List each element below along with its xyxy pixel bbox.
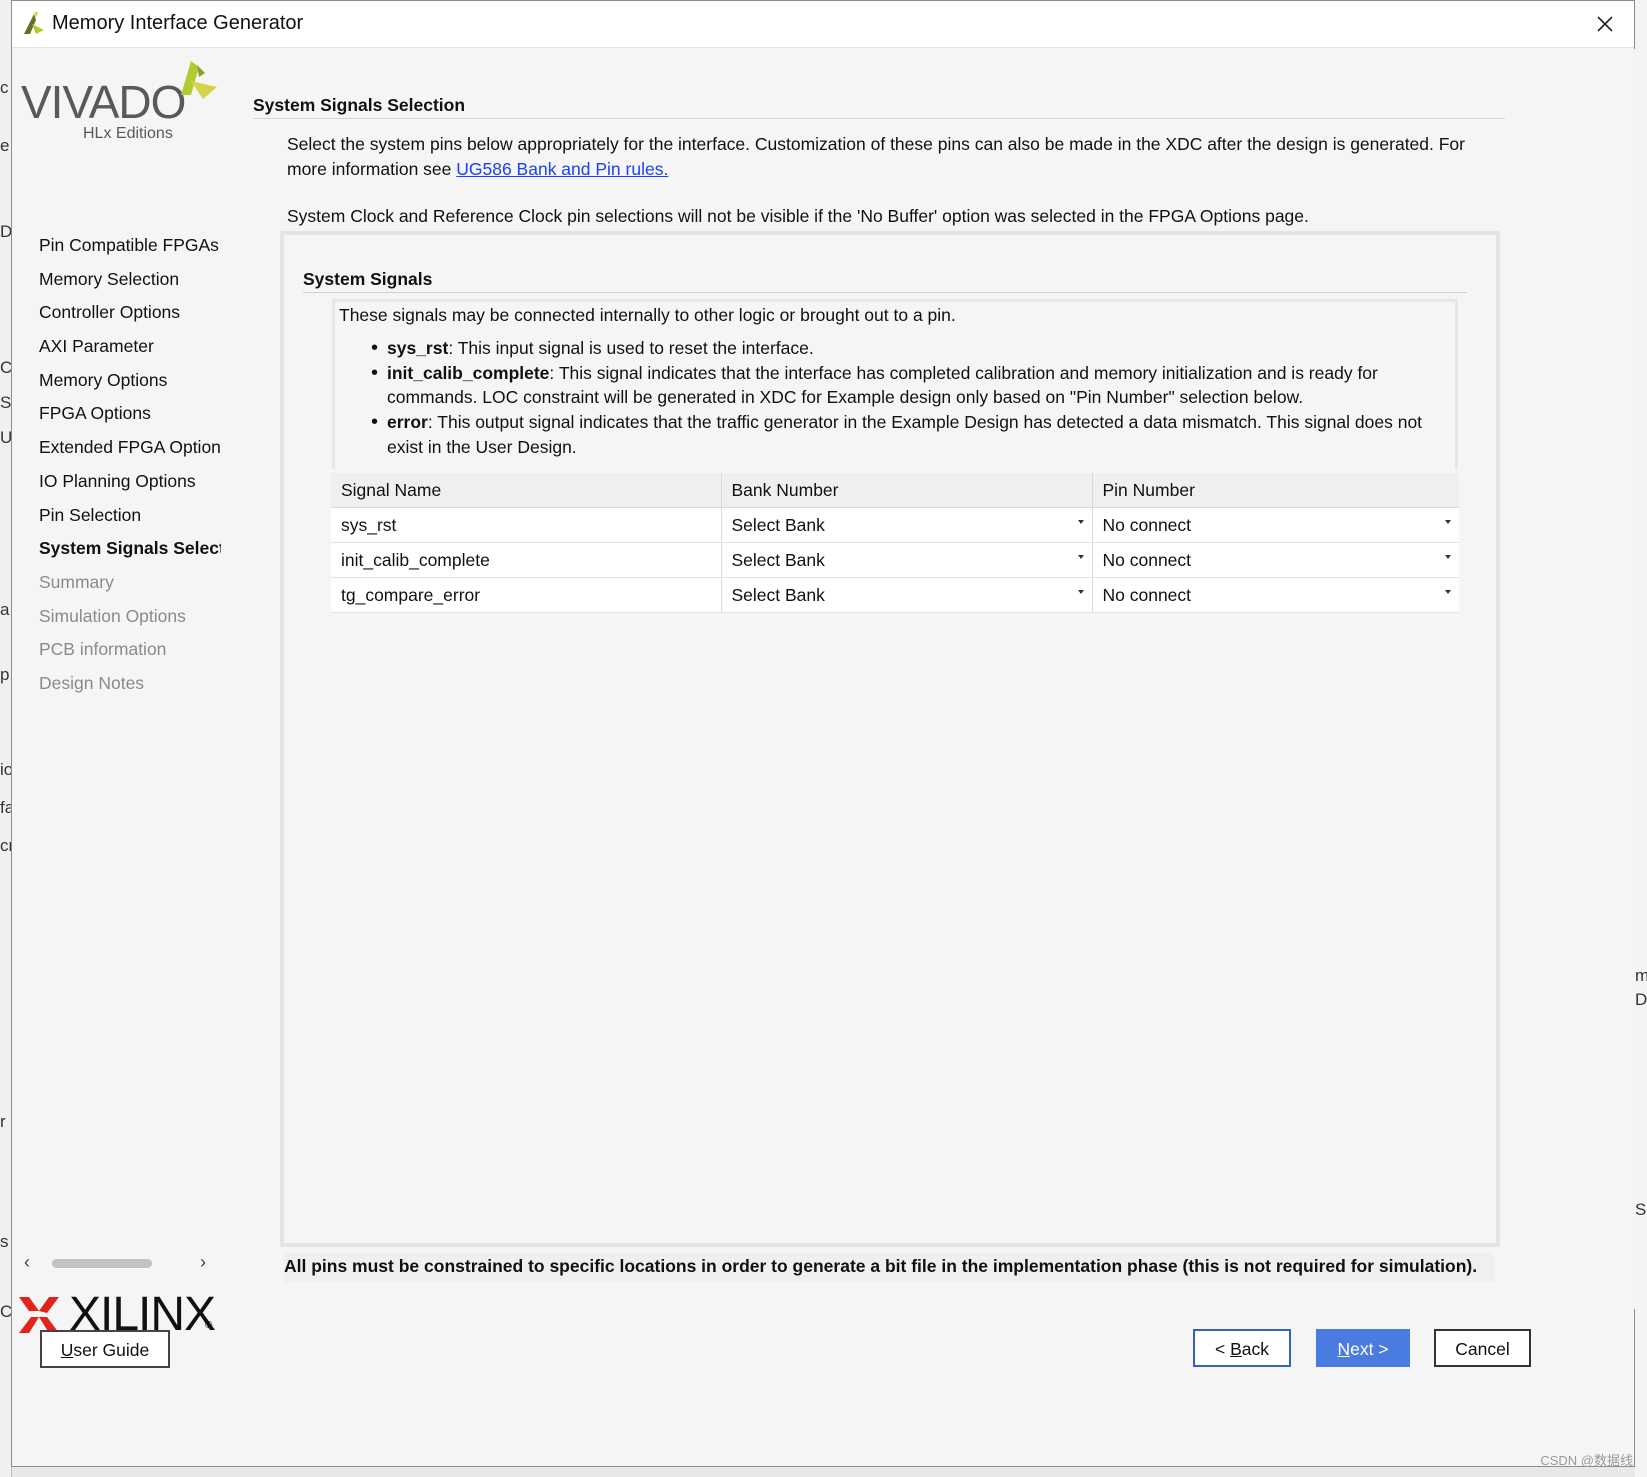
back-label: ack — [1241, 1339, 1269, 1359]
step-pin-compatible-fpgas[interactable]: Pin Compatible FPGAs — [39, 229, 221, 263]
pin-number-dropdown[interactable]: No connect — [1092, 507, 1459, 543]
title-divider — [253, 118, 1505, 119]
step-controller-options[interactable]: Controller Options — [39, 296, 221, 330]
column-header-pin-number[interactable]: Pin Number — [1092, 473, 1459, 508]
dropdown-arrow-icon[interactable] — [1445, 590, 1451, 594]
column-header-bank-number[interactable]: Bank Number — [721, 473, 1093, 508]
system-signals-panel: System Signals These signals may be conn… — [280, 231, 1500, 1247]
watermark: CSDN @数据线 — [1540, 1453, 1633, 1468]
pin-number-value: No connect — [1102, 514, 1192, 535]
pin-number-dropdown[interactable]: No connect — [1092, 577, 1459, 613]
constraint-footnote: All pins must be constrained to specific… — [284, 1253, 1494, 1282]
xilinx-logo-registered: ® — [205, 1320, 213, 1331]
signal-name-error: error — [387, 412, 428, 433]
panel-title: System Signals — [303, 269, 433, 289]
table-header-row: Signal Name Bank Number Pin Number — [331, 473, 1459, 508]
vivado-logo-subtitle: HLx Editions — [83, 125, 173, 142]
page-title: System Signals Selection — [253, 95, 466, 115]
step-axi-parameter[interactable]: AXI Parameter — [39, 330, 221, 364]
bank-number-dropdown[interactable]: Select Bank — [721, 542, 1093, 578]
user-guide-mnemonic: U — [60, 1340, 74, 1360]
vivado-logo: VIVADO HLx Editions — [17, 55, 227, 145]
step-simulation-options: Simulation Options — [39, 605, 186, 626]
signal-name-sys-rst: sys_rst — [387, 338, 449, 358]
dropdown-arrow-icon[interactable] — [1077, 555, 1084, 559]
next-label: ext > — [1350, 1339, 1389, 1359]
clock-note: System Clock and Reference Clock pin sel… — [287, 206, 1309, 226]
table-row: init_calib_complete Select Bank No conne… — [331, 542, 1459, 578]
signal-description-list: sys_rst: This input signal is used to re… — [371, 336, 1455, 460]
step-system-signals-selection[interactable]: System Signals Selection — [39, 532, 221, 566]
page-description: Select the system pins below appropriate… — [287, 132, 1497, 182]
signal-name-cell: sys_rst — [331, 507, 722, 543]
step-pcb-information: PCB information — [39, 639, 167, 660]
dropdown-arrow-icon[interactable] — [1445, 555, 1451, 559]
signals-table: Signal Name Bank Number Pin Number sys_r… — [331, 473, 1459, 613]
scroll-left-icon[interactable]: ‹ — [24, 1252, 30, 1273]
pin-number-value: No connect — [1102, 584, 1192, 605]
pin-number-dropdown[interactable]: No connect — [1092, 542, 1459, 578]
signal-name-cell: init_calib_complete — [331, 542, 722, 578]
wizard-page-content: System Signals Selection Select the syst… — [232, 49, 1636, 1309]
background-ide-right-edge: mDS — [1635, 0, 1647, 1477]
bank-number-value: Select Bank — [731, 549, 825, 570]
signal-name-init-calib-complete: init_calib_complete — [387, 362, 550, 383]
pin-number-value: No connect — [1102, 549, 1192, 570]
back-button[interactable]: < Back — [1193, 1329, 1291, 1367]
list-item: sys_rst: This input signal is used to re… — [371, 336, 1455, 361]
panel-divider — [303, 292, 1467, 293]
step-design-notes: Design Notes — [39, 672, 145, 693]
title-bar: Memory Interface Generator — [12, 1, 1634, 48]
next-mnemonic: N — [1337, 1339, 1351, 1359]
step-summary: Summary — [39, 571, 114, 592]
step-extended-fpga-options[interactable]: Extended FPGA Options — [39, 431, 221, 465]
info-intro: These signals may be connected internall… — [339, 305, 956, 325]
sidebar-horizontal-scrollbar[interactable]: ‹ › — [22, 1251, 218, 1275]
bank-number-value: Select Bank — [731, 584, 825, 605]
back-prefix: < — [1214, 1339, 1231, 1359]
step-io-planning-options[interactable]: IO Planning Options — [39, 465, 221, 499]
vivado-logo-mark-icon — [181, 61, 217, 99]
signal-desc-error: : This output signal indicates that the … — [387, 412, 1423, 457]
cancel-button[interactable]: Cancel — [1434, 1329, 1531, 1367]
close-icon[interactable] — [1590, 9, 1620, 39]
back-mnemonic: B — [1230, 1339, 1242, 1359]
list-item: error: This output signal indicates that… — [371, 410, 1455, 459]
vivado-logo-word: VIVADO — [21, 76, 186, 128]
dropdown-arrow-icon[interactable] — [1077, 520, 1084, 524]
window-title: Memory Interface Generator — [52, 12, 304, 34]
signal-name-cell: tg_compare_error — [331, 577, 722, 613]
next-button[interactable]: Next > — [1316, 1329, 1410, 1367]
bank-number-value: Select Bank — [731, 514, 825, 535]
signals-info-box: These signals may be connected internall… — [332, 299, 1458, 469]
wizard-step-list: Pin Compatible FPGAs Memory Selection Co… — [39, 229, 221, 701]
step-pin-selection[interactable]: Pin Selection — [39, 499, 221, 533]
table-row: tg_compare_error Select Bank No connect — [331, 577, 1459, 613]
column-header-signal-name[interactable]: Signal Name — [331, 473, 722, 508]
mig-dialog: Memory Interface Generator VIVADO HLx Ed… — [11, 0, 1636, 1467]
bank-number-dropdown[interactable]: Select Bank — [721, 577, 1093, 613]
user-guide-label: ser Guide — [73, 1340, 150, 1360]
step-memory-selection[interactable]: Memory Selection — [39, 263, 221, 297]
step-memory-options[interactable]: Memory Options — [39, 364, 221, 398]
wizard-sidebar: VIVADO HLx Editions Pin Compatible FPGAs… — [12, 49, 222, 1361]
list-item: init_calib_complete: This signal indicat… — [371, 361, 1455, 410]
ug586-link[interactable]: UG586 Bank and Pin rules. — [456, 159, 668, 179]
vivado-app-icon — [24, 12, 44, 34]
signal-desc-sys-rst: : This input signal is used to reset the… — [448, 338, 814, 358]
table-row: sys_rst Select Bank No connect — [331, 507, 1459, 543]
dropdown-arrow-icon[interactable] — [1077, 590, 1084, 594]
bank-number-dropdown[interactable]: Select Bank — [721, 507, 1093, 543]
user-guide-button[interactable]: User Guide — [40, 1330, 170, 1368]
dropdown-arrow-icon[interactable] — [1445, 520, 1451, 524]
step-fpga-options[interactable]: FPGA Options — [39, 397, 221, 431]
scroll-right-icon[interactable]: › — [200, 1252, 206, 1273]
scrollbar-thumb[interactable] — [52, 1259, 152, 1268]
